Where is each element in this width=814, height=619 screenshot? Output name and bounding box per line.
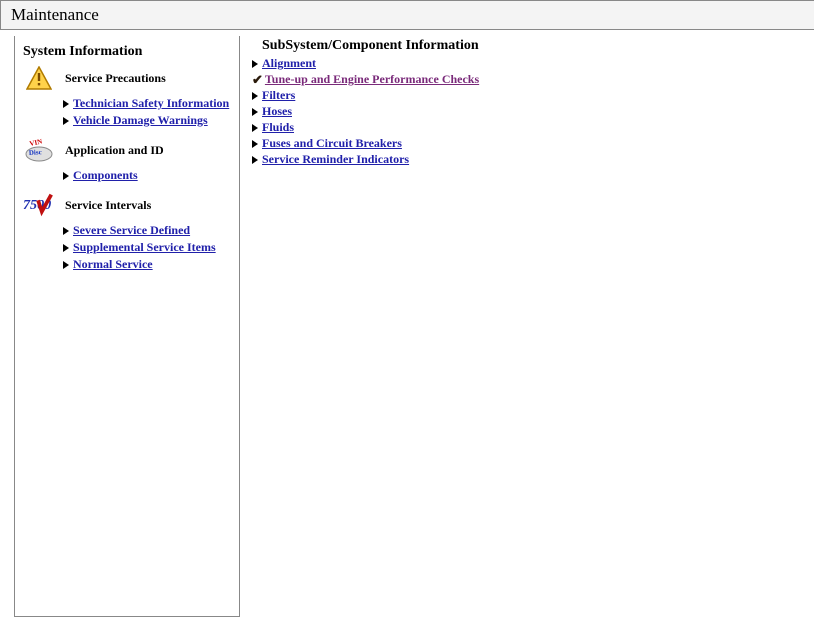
svg-text:Disc: Disc [29,148,42,157]
triangle-icon [252,124,258,132]
link-fuses[interactable]: Fuses and Circuit Breakers [262,136,402,151]
triangle-icon [63,117,69,125]
triangle-icon [252,140,258,148]
right-row-fluids: Fluids [252,120,814,135]
section-label: Service Precautions [65,71,166,86]
link-components[interactable]: Components [73,168,138,183]
link-row-components: Components [63,168,231,183]
link-supplemental-service[interactable]: Supplemental Service Items [73,240,216,255]
right-row-tune-up: ✔ Tune-up and Engine Performance Checks [252,72,814,87]
right-row-reminder: Service Reminder Indicators [252,152,814,167]
page-title: Maintenance [11,5,99,24]
right-pane-title: SubSystem/Component Information [262,38,814,54]
triangle-icon [252,108,258,116]
link-row-tech-safety: Technician Safety Information [63,96,231,111]
link-service-reminder[interactable]: Service Reminder Indicators [262,152,409,167]
triangle-icon [63,227,69,235]
checkmark-icon: ✔ [252,73,263,86]
triangle-icon [252,60,258,68]
link-row-vehicle-damage: Vehicle Damage Warnings [63,113,231,128]
right-row-filters: Filters [252,88,814,103]
triangle-icon [252,156,258,164]
section-label: Service Intervals [65,198,151,213]
triangle-icon [63,172,69,180]
left-pane: System Information Service Precautions T… [14,36,240,617]
link-row-severe-service: Severe Service Defined [63,223,231,238]
link-technician-safety[interactable]: Technician Safety Information [73,96,229,111]
7500-check-icon: 7500 [23,191,55,219]
section-label: Application and ID [65,143,164,158]
link-row-supplemental-service: Supplemental Service Items [63,240,231,255]
triangle-icon [63,244,69,252]
link-vehicle-damage[interactable]: Vehicle Damage Warnings [73,113,208,128]
content-area: System Information Service Precautions T… [0,30,814,617]
vin-disc-icon: VIN Disc [23,136,55,164]
triangle-icon [63,261,69,269]
link-severe-service[interactable]: Severe Service Defined [73,223,190,238]
right-row-alignment: Alignment [252,56,814,71]
link-hoses[interactable]: Hoses [262,104,292,119]
section-application-id: VIN Disc Application and ID [23,136,231,164]
link-tune-up[interactable]: Tune-up and Engine Performance Checks [265,72,479,87]
right-row-hoses: Hoses [252,104,814,119]
warning-triangle-icon [23,64,55,92]
page-header: Maintenance [0,0,814,30]
link-fluids[interactable]: Fluids [262,120,294,135]
right-pane: SubSystem/Component Information Alignmen… [240,30,814,617]
right-row-fuses: Fuses and Circuit Breakers [252,136,814,151]
triangle-icon [63,100,69,108]
svg-text:VIN: VIN [29,137,43,147]
section-service-precautions: Service Precautions [23,64,231,92]
link-alignment[interactable]: Alignment [262,56,316,71]
left-pane-title: System Information [23,44,231,60]
link-filters[interactable]: Filters [262,88,295,103]
link-row-normal-service: Normal Service [63,257,231,272]
section-service-intervals: 7500 Service Intervals [23,191,231,219]
triangle-icon [252,92,258,100]
link-normal-service[interactable]: Normal Service [73,257,153,272]
